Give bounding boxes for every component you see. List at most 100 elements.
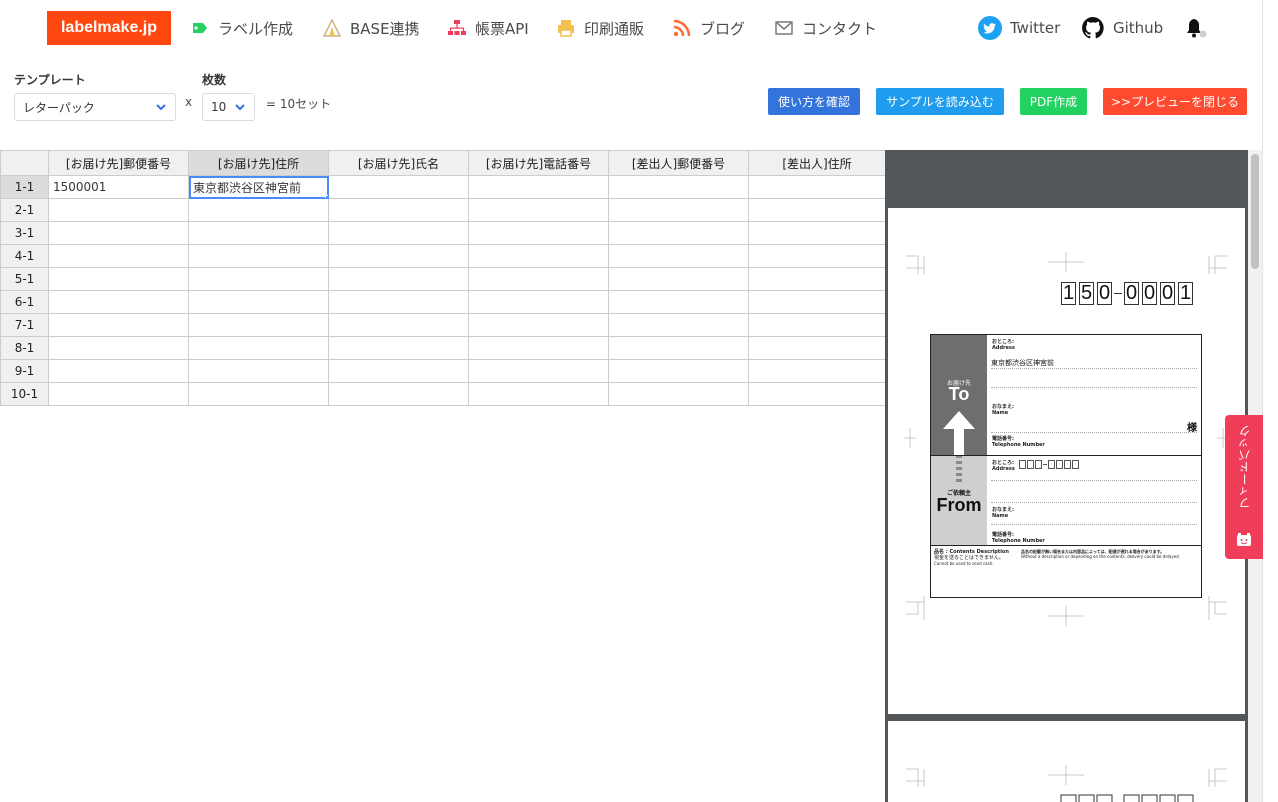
- nav-contact[interactable]: コンタクト: [774, 16, 877, 40]
- column-header[interactable]: [お届け先]住所: [188, 150, 329, 176]
- grid-cell[interactable]: [748, 244, 886, 268]
- column-header[interactable]: [お届け先]電話番号: [468, 150, 609, 176]
- grid-cell[interactable]: [468, 313, 609, 337]
- grid-cell[interactable]: [748, 359, 886, 383]
- load-sample-button[interactable]: サンプルを読み込む: [876, 88, 1004, 115]
- column-header[interactable]: [お届け先]氏名: [328, 150, 469, 176]
- grid-cell[interactable]: [748, 313, 886, 337]
- grid-cell[interactable]: [748, 175, 886, 199]
- grid-cell[interactable]: [328, 244, 469, 268]
- grid-cell[interactable]: [188, 359, 329, 383]
- grid-cell[interactable]: [468, 290, 609, 314]
- grid-cell[interactable]: [748, 290, 886, 314]
- grid-cell[interactable]: [468, 175, 609, 199]
- row-header[interactable]: 2-1: [0, 198, 49, 222]
- grid-cell[interactable]: [48, 221, 189, 245]
- grid-cell[interactable]: [328, 382, 469, 406]
- grid-cell[interactable]: [608, 359, 749, 383]
- twitter-icon: [978, 16, 1002, 40]
- grid-cell[interactable]: [48, 198, 189, 222]
- grid-cell[interactable]: [328, 313, 469, 337]
- pdf-preview[interactable]: 1500001 お届け先 To ご依頼主 From おところ: Address 東…: [885, 150, 1248, 802]
- grid-cell[interactable]: [468, 244, 609, 268]
- row-header[interactable]: 4-1: [0, 244, 49, 268]
- grid-cell[interactable]: [48, 336, 189, 360]
- template-select[interactable]: レターパック: [14, 93, 176, 121]
- grid-cell[interactable]: [188, 267, 329, 291]
- grid-cell[interactable]: [328, 336, 469, 360]
- grid-cell[interactable]: [188, 313, 329, 337]
- grid-cell[interactable]: [188, 382, 329, 406]
- nav-base[interactable]: BASE連携: [322, 16, 420, 40]
- nav-label-create[interactable]: ラベル作成: [190, 16, 293, 40]
- grid-cell[interactable]: [48, 313, 189, 337]
- grid-cell[interactable]: [608, 175, 749, 199]
- grid-cell[interactable]: [328, 175, 469, 199]
- grid-cell[interactable]: [328, 267, 469, 291]
- grid-cell[interactable]: [48, 382, 189, 406]
- grid-cell[interactable]: [748, 221, 886, 245]
- nav-blog[interactable]: ブログ: [672, 16, 745, 40]
- nav-twitter[interactable]: Twitter: [978, 16, 1060, 40]
- grid-cell[interactable]: [748, 382, 886, 406]
- grid-cell[interactable]: [608, 221, 749, 245]
- grid-cell[interactable]: [188, 221, 329, 245]
- grid-cell[interactable]: [328, 198, 469, 222]
- row-header[interactable]: 8-1: [0, 336, 49, 360]
- grid-cell[interactable]: [48, 290, 189, 314]
- row-header[interactable]: 6-1: [0, 290, 49, 314]
- column-header[interactable]: [お届け先]郵便番号: [48, 150, 189, 176]
- count-select[interactable]: 10: [202, 93, 255, 121]
- grid-cell[interactable]: [468, 359, 609, 383]
- close-preview-button[interactable]: >>プレビューを閉じる: [1103, 88, 1247, 115]
- grid-cell[interactable]: [468, 198, 609, 222]
- grid-cell[interactable]: [188, 198, 329, 222]
- grid-cell[interactable]: [328, 290, 469, 314]
- grid-cell[interactable]: [188, 336, 329, 360]
- create-pdf-button[interactable]: PDF作成: [1020, 88, 1087, 115]
- brand-logo-link[interactable]: labelmake.jp: [47, 11, 171, 45]
- grid-cell[interactable]: [608, 244, 749, 268]
- row-header[interactable]: 10-1: [0, 382, 49, 406]
- grid-cell[interactable]: [328, 359, 469, 383]
- grid-cell[interactable]: [608, 336, 749, 360]
- grid-cell[interactable]: [608, 382, 749, 406]
- fill-handle[interactable]: [325, 195, 328, 198]
- column-header[interactable]: [差出人]郵便番号: [608, 150, 749, 176]
- column-header[interactable]: [差出人]住所: [748, 150, 886, 176]
- notification-button[interactable]: [1183, 16, 1207, 40]
- row-header[interactable]: 1-1: [0, 175, 49, 199]
- feedback-text: フィードバック: [1237, 425, 1252, 509]
- grid-cell[interactable]: [188, 244, 329, 268]
- grid-cell[interactable]: [748, 198, 886, 222]
- feedback-tab[interactable]: フィードバック: [1225, 415, 1263, 559]
- nav-github[interactable]: Github: [1081, 16, 1163, 40]
- row-header[interactable]: 5-1: [0, 267, 49, 291]
- grid-cell[interactable]: 1500001: [48, 175, 189, 199]
- grid-cell[interactable]: [748, 267, 886, 291]
- nav-base-text: BASE連携: [350, 19, 420, 38]
- grid-cell[interactable]: [608, 198, 749, 222]
- grid-cell[interactable]: 東京都渋谷区神宮前: [188, 175, 329, 199]
- grid-cell[interactable]: [748, 336, 886, 360]
- grid-cell[interactable]: [468, 267, 609, 291]
- grid-cell[interactable]: [608, 290, 749, 314]
- grid-cell[interactable]: [468, 221, 609, 245]
- grid-cell[interactable]: [608, 313, 749, 337]
- grid-cell[interactable]: [468, 336, 609, 360]
- row-header[interactable]: 3-1: [0, 221, 49, 245]
- grid-cell[interactable]: [48, 244, 189, 268]
- grid-cell[interactable]: [48, 359, 189, 383]
- row-header[interactable]: 9-1: [0, 359, 49, 383]
- window-edge: [1262, 0, 1278, 802]
- grid-cell[interactable]: [468, 382, 609, 406]
- grid-cell[interactable]: [188, 290, 329, 314]
- nav-print[interactable]: 印刷通販: [556, 16, 644, 40]
- row-header[interactable]: 7-1: [0, 313, 49, 337]
- grid-cell[interactable]: [328, 221, 469, 245]
- scrollbar-thumb[interactable]: [1251, 154, 1259, 269]
- grid-cell[interactable]: [608, 267, 749, 291]
- nav-api[interactable]: 帳票API: [447, 16, 529, 40]
- howto-button[interactable]: 使い方を確認: [768, 88, 860, 115]
- grid-cell[interactable]: [48, 267, 189, 291]
